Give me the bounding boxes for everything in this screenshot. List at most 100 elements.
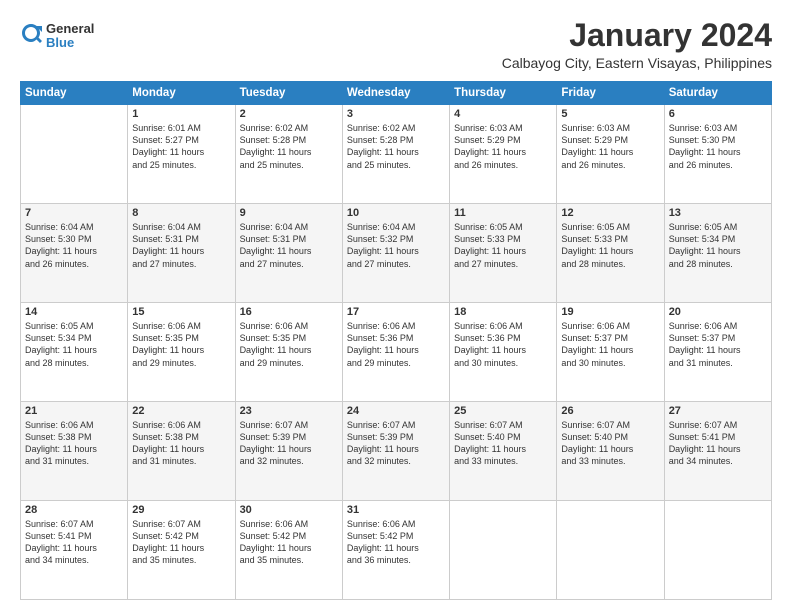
calendar-cell: 23 Sunrise: 6:07 AM Sunset: 5:39 PM Dayli… [235, 402, 342, 501]
calendar-cell [450, 501, 557, 600]
calendar-cell [557, 501, 664, 600]
day-number: 5 [561, 108, 659, 120]
col-friday: Friday [557, 82, 664, 105]
day-number: 15 [132, 306, 230, 318]
calendar-cell: 13Sunrise: 6:05 AM Sunset: 5:34 PM Dayli… [664, 204, 771, 303]
month-title: January 2024 [502, 18, 772, 53]
calendar-row: 21 Sunrise: 6:06 AM Sunset: 5:38 PM Dayli… [21, 402, 772, 501]
day-number: 31 [347, 504, 445, 516]
calendar-cell: 3 Sunrise: 6:02 AM Sunset: 5:28 PM Daylig… [342, 105, 449, 204]
day-number: 26 [561, 405, 659, 417]
day-info: Sunrise: 6:06 AM Sunset: 5:38 PM Dayligh… [132, 419, 230, 468]
day-info: Sunrise: 6:07 AM Sunset: 5:41 PM Dayligh… [669, 419, 767, 468]
day-info: Sunrise: 6:01 AM Sunset: 5:27 PM Dayligh… [132, 122, 230, 171]
day-number: 14 [25, 306, 123, 318]
day-number: 12 [561, 207, 659, 219]
calendar-cell [664, 501, 771, 600]
calendar-row: 28 Sunrise: 6:07 AM Sunset: 5:41 PM Dayli… [21, 501, 772, 600]
day-info: Sunrise: 6:03 AM Sunset: 5:29 PM Dayligh… [561, 122, 659, 171]
day-info: Sunrise: 6:04 AM Sunset: 5:30 PM Dayligh… [25, 221, 123, 270]
day-number: 11 [454, 207, 552, 219]
day-number: 3 [347, 108, 445, 120]
logo: General Blue [20, 22, 94, 51]
day-info: Sunrise: 6:03 AM Sunset: 5:29 PM Dayligh… [454, 122, 552, 171]
calendar-cell: 7 Sunrise: 6:04 AM Sunset: 5:30 PM Daylig… [21, 204, 128, 303]
day-number: 21 [25, 405, 123, 417]
calendar-cell: 17 Sunrise: 6:06 AM Sunset: 5:36 PM Dayli… [342, 303, 449, 402]
day-number: 7 [25, 207, 123, 219]
logo-general: General [46, 22, 94, 36]
calendar-cell: 25 Sunrise: 6:07 AM Sunset: 5:40 PM Dayli… [450, 402, 557, 501]
day-number: 23 [240, 405, 338, 417]
day-number: 29 [132, 504, 230, 516]
calendar-cell: 10Sunrise: 6:04 AM Sunset: 5:32 PM Dayli… [342, 204, 449, 303]
col-sunday: Sunday [21, 82, 128, 105]
col-tuesday: Tuesday [235, 82, 342, 105]
calendar-row: 1 Sunrise: 6:01 AM Sunset: 5:27 PM Daylig… [21, 105, 772, 204]
day-number: 1 [132, 108, 230, 120]
day-number: 22 [132, 405, 230, 417]
day-info: Sunrise: 6:07 AM Sunset: 5:41 PM Dayligh… [25, 518, 123, 567]
day-info: Sunrise: 6:02 AM Sunset: 5:28 PM Dayligh… [240, 122, 338, 171]
day-info: Sunrise: 6:02 AM Sunset: 5:28 PM Dayligh… [347, 122, 445, 171]
calendar-cell: 26 Sunrise: 6:07 AM Sunset: 5:40 PM Dayli… [557, 402, 664, 501]
day-info: Sunrise: 6:06 AM Sunset: 5:35 PM Dayligh… [240, 320, 338, 369]
day-number: 9 [240, 207, 338, 219]
day-info: Sunrise: 6:07 AM Sunset: 5:40 PM Dayligh… [454, 419, 552, 468]
day-info: Sunrise: 6:04 AM Sunset: 5:31 PM Dayligh… [240, 221, 338, 270]
col-monday: Monday [128, 82, 235, 105]
day-info: Sunrise: 6:06 AM Sunset: 5:38 PM Dayligh… [25, 419, 123, 468]
calendar-row: 7 Sunrise: 6:04 AM Sunset: 5:30 PM Daylig… [21, 204, 772, 303]
day-info: Sunrise: 6:07 AM Sunset: 5:39 PM Dayligh… [240, 419, 338, 468]
col-thursday: Thursday [450, 82, 557, 105]
calendar-cell: 11Sunrise: 6:05 AM Sunset: 5:33 PM Dayli… [450, 204, 557, 303]
day-info: Sunrise: 6:05 AM Sunset: 5:33 PM Dayligh… [561, 221, 659, 270]
day-number: 17 [347, 306, 445, 318]
day-info: Sunrise: 6:04 AM Sunset: 5:31 PM Dayligh… [132, 221, 230, 270]
calendar-cell: 31 Sunrise: 6:06 AM Sunset: 5:42 PM Dayli… [342, 501, 449, 600]
col-wednesday: Wednesday [342, 82, 449, 105]
calendar-cell: 5 Sunrise: 6:03 AM Sunset: 5:29 PM Daylig… [557, 105, 664, 204]
location: Calbayog City, Eastern Visayas, Philippi… [502, 55, 772, 71]
calendar-cell [21, 105, 128, 204]
calendar-cell: 18 Sunrise: 6:06 AM Sunset: 5:36 PM Dayli… [450, 303, 557, 402]
day-number: 8 [132, 207, 230, 219]
day-info: Sunrise: 6:06 AM Sunset: 5:37 PM Dayligh… [561, 320, 659, 369]
day-info: Sunrise: 6:06 AM Sunset: 5:42 PM Dayligh… [240, 518, 338, 567]
day-number: 10 [347, 207, 445, 219]
day-number: 16 [240, 306, 338, 318]
calendar-cell: 22 Sunrise: 6:06 AM Sunset: 5:38 PM Dayli… [128, 402, 235, 501]
day-number: 18 [454, 306, 552, 318]
day-info: Sunrise: 6:06 AM Sunset: 5:36 PM Dayligh… [347, 320, 445, 369]
day-info: Sunrise: 6:06 AM Sunset: 5:35 PM Dayligh… [132, 320, 230, 369]
day-number: 13 [669, 207, 767, 219]
calendar-cell: 29 Sunrise: 6:07 AM Sunset: 5:42 PM Dayli… [128, 501, 235, 600]
day-info: Sunrise: 6:07 AM Sunset: 5:39 PM Dayligh… [347, 419, 445, 468]
day-number: 28 [25, 504, 123, 516]
header-row: Sunday Monday Tuesday Wednesday Thursday… [21, 82, 772, 105]
day-number: 30 [240, 504, 338, 516]
calendar-cell: 4 Sunrise: 6:03 AM Sunset: 5:29 PM Daylig… [450, 105, 557, 204]
day-info: Sunrise: 6:07 AM Sunset: 5:40 PM Dayligh… [561, 419, 659, 468]
calendar-cell: 15 Sunrise: 6:06 AM Sunset: 5:35 PM Dayli… [128, 303, 235, 402]
calendar-cell: 6Sunrise: 6:03 AM Sunset: 5:30 PM Daylig… [664, 105, 771, 204]
calendar-cell: 12 Sunrise: 6:05 AM Sunset: 5:33 PM Dayli… [557, 204, 664, 303]
calendar-cell: 24Sunrise: 6:07 AM Sunset: 5:39 PM Dayli… [342, 402, 449, 501]
header: General Blue January 2024 Calbayog City,… [20, 18, 772, 71]
day-number: 25 [454, 405, 552, 417]
calendar-cell: 19Sunrise: 6:06 AM Sunset: 5:37 PM Dayli… [557, 303, 664, 402]
calendar-cell: 28 Sunrise: 6:07 AM Sunset: 5:41 PM Dayli… [21, 501, 128, 600]
day-number: 2 [240, 108, 338, 120]
calendar-cell: 27 Sunrise: 6:07 AM Sunset: 5:41 PM Dayli… [664, 402, 771, 501]
logo-text: General Blue [46, 22, 94, 51]
day-info: Sunrise: 6:06 AM Sunset: 5:36 PM Dayligh… [454, 320, 552, 369]
calendar-cell: 20Sunrise: 6:06 AM Sunset: 5:37 PM Dayli… [664, 303, 771, 402]
title-block: January 2024 Calbayog City, Eastern Visa… [502, 18, 772, 71]
col-saturday: Saturday [664, 82, 771, 105]
day-number: 27 [669, 405, 767, 417]
day-info: Sunrise: 6:07 AM Sunset: 5:42 PM Dayligh… [132, 518, 230, 567]
day-info: Sunrise: 6:06 AM Sunset: 5:42 PM Dayligh… [347, 518, 445, 567]
calendar-table: Sunday Monday Tuesday Wednesday Thursday… [20, 81, 772, 600]
day-info: Sunrise: 6:03 AM Sunset: 5:30 PM Dayligh… [669, 122, 767, 171]
day-number: 4 [454, 108, 552, 120]
